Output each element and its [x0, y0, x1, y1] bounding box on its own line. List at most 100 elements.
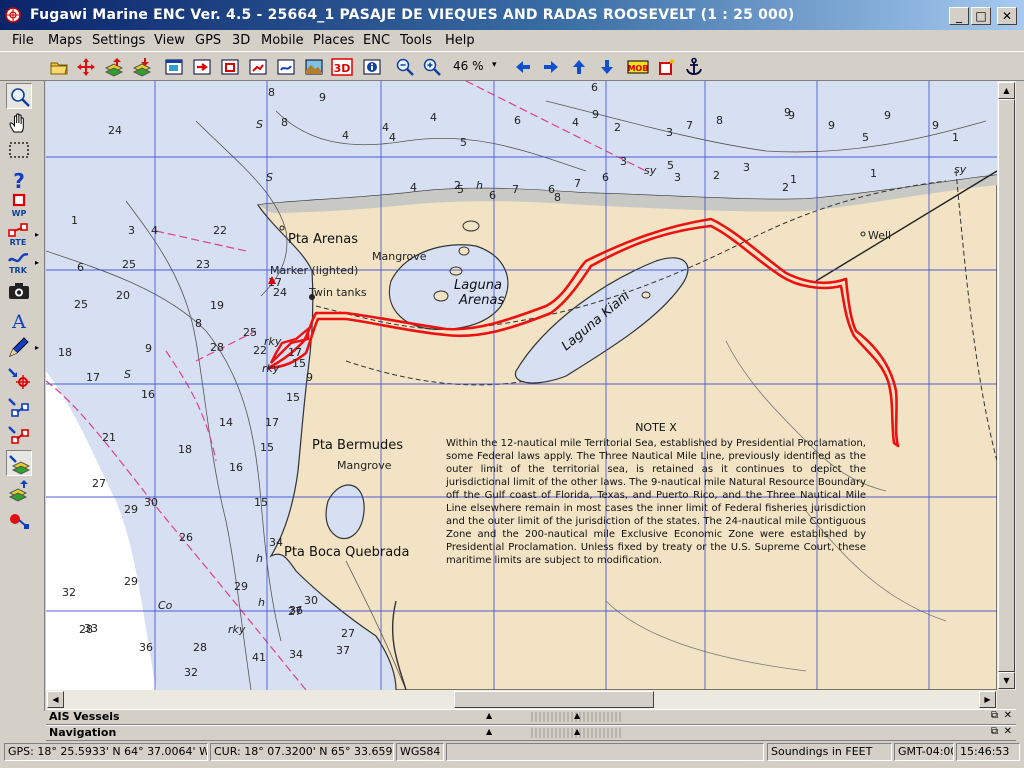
- depth-sounding: 5: [457, 183, 464, 196]
- waypoint-tool-icon[interactable]: WP: [6, 193, 32, 219]
- nav-close-icon[interactable]: ✕: [1004, 726, 1012, 737]
- pan-up-icon[interactable]: [568, 56, 590, 78]
- depth-sounding: 5: [862, 131, 869, 144]
- layers-select-icon[interactable]: [6, 450, 32, 476]
- ais-vessels-panel[interactable]: AIS Vessels ▲ ▲ ⧉ ✕: [46, 709, 1016, 725]
- track-window-icon[interactable]: [275, 56, 297, 78]
- minimize-button[interactable]: _: [949, 7, 969, 25]
- menu-3d[interactable]: 3D: [232, 33, 250, 48]
- mob-icon[interactable]: MOB: [627, 56, 649, 78]
- goto-cursor-icon[interactable]: [6, 366, 32, 392]
- help-question-icon[interactable]: ?: [6, 167, 32, 193]
- route-window-icon[interactable]: [247, 56, 269, 78]
- depth-sounding: 4: [430, 111, 437, 124]
- chart-label: S: [124, 368, 131, 381]
- route-goto-icon[interactable]: [191, 56, 213, 78]
- menu-settings[interactable]: Settings: [92, 33, 145, 48]
- scroll-right-button[interactable]: ▶: [979, 691, 996, 708]
- nav-expand-icon[interactable]: ▲: [574, 727, 580, 736]
- chart-view[interactable]: 9 6 9 8 9 9 9 24 8 4 6 4 2 3 4 4 4 5 8 7 9 9 5 1 4 2 5 6 7 6 8 7 6 3 5 3 2 3 2…: [46, 81, 997, 690]
- anchor-icon[interactable]: [683, 56, 705, 78]
- nav-collapse-icon[interactable]: ▲: [486, 727, 492, 736]
- timezone-field: GMT-04:00: [894, 743, 954, 761]
- menu-help[interactable]: Help: [445, 33, 475, 48]
- hand-tool-icon[interactable]: [6, 110, 32, 136]
- pan-arrows-icon[interactable]: [75, 56, 97, 78]
- layers-down-icon[interactable]: [131, 56, 153, 78]
- menu-places[interactable]: Places: [313, 33, 354, 48]
- depth-sounding: 3: [620, 155, 627, 168]
- pan-right-icon[interactable]: [540, 56, 562, 78]
- depth-sounding: 7: [512, 183, 519, 196]
- 3d-button-label: 3D: [334, 62, 351, 75]
- menu-bar: File Maps Settings View GPS 3D Mobile Pl…: [0, 30, 1024, 51]
- camera-icon[interactable]: [6, 278, 32, 304]
- pencil-dropdown-icon[interactable]: ▸: [35, 343, 39, 352]
- scroll-up-button[interactable]: ▲: [998, 82, 1015, 99]
- twin-tanks-marker: [309, 294, 315, 300]
- depth-sounding: 5: [460, 136, 467, 149]
- depth-sounding: 36: [289, 604, 303, 617]
- maximize-button[interactable]: □: [971, 7, 991, 25]
- scroll-down-button[interactable]: ▼: [998, 672, 1015, 689]
- info-icon[interactable]: [361, 56, 383, 78]
- pan-down-icon[interactable]: [596, 56, 618, 78]
- pan-left-icon[interactable]: [512, 56, 534, 78]
- scroll-left-button[interactable]: ◀: [47, 691, 64, 708]
- ais-expand-icon[interactable]: ▲: [574, 711, 580, 720]
- menu-file[interactable]: File: [12, 33, 34, 48]
- horizontal-scroll-thumb[interactable]: [454, 691, 654, 708]
- svg-text:?: ?: [13, 169, 25, 193]
- chart-image-icon[interactable]: [303, 56, 325, 78]
- depth-sounding: 4: [572, 116, 579, 129]
- vertical-scrollbar[interactable]: ▲ ▼: [997, 81, 1016, 690]
- select-rectangle-icon[interactable]: [6, 137, 32, 163]
- nav-undock-icon[interactable]: ⧉: [991, 726, 998, 737]
- gps-position-icon[interactable]: [6, 508, 32, 534]
- menu-tools[interactable]: Tools: [400, 33, 432, 48]
- waypoint-window-icon[interactable]: [219, 56, 241, 78]
- layers-up-tool-icon[interactable]: [6, 478, 32, 504]
- nautical-chart[interactable]: 96989 9 9248 4 6 4 2 3444 587 9 95 14 25 6 7 687 6 353232…: [46, 81, 997, 690]
- track-tool-icon[interactable]: TRK: [6, 249, 32, 275]
- navigation-panel[interactable]: Navigation ▲ ▲ ⧉ ✕: [46, 725, 1016, 741]
- menu-gps[interactable]: GPS: [195, 33, 221, 48]
- horizontal-scrollbar[interactable]: ◀ ▶: [46, 690, 997, 709]
- ais-close-icon[interactable]: ✕: [1004, 710, 1012, 721]
- map-window-icon[interactable]: [163, 56, 185, 78]
- chart-label: sy: [644, 164, 657, 177]
- place-name: Pta Bermudes: [312, 438, 403, 453]
- 3d-view-icon[interactable]: 3D: [331, 56, 353, 78]
- menu-enc[interactable]: ENC: [363, 33, 390, 48]
- text-tool-icon[interactable]: A: [6, 307, 32, 333]
- pencil-draw-icon[interactable]: [6, 334, 32, 360]
- depth-sounding: 6: [514, 114, 521, 127]
- wp-tool-label: WP: [12, 209, 27, 218]
- menu-mobile[interactable]: Mobile: [261, 33, 304, 48]
- depth-sounding: 9: [828, 119, 835, 132]
- zoom-in-icon[interactable]: [421, 56, 443, 78]
- vertical-scroll-thumb[interactable]: [998, 99, 1015, 672]
- depth-sounding: 20: [116, 289, 130, 302]
- menu-maps[interactable]: Maps: [48, 33, 82, 48]
- layers-up-icon[interactable]: [103, 56, 125, 78]
- open-folder-icon[interactable]: [48, 56, 70, 78]
- route-tool-icon[interactable]: RTE: [6, 221, 32, 247]
- close-button[interactable]: ✕: [997, 7, 1017, 25]
- note-x-box: NOTE X Within the 12-nautical mile Terri…: [446, 421, 866, 567]
- ais-undock-icon[interactable]: ⧉: [991, 710, 998, 721]
- route-tool-dropdown-icon[interactable]: ▸: [35, 230, 39, 239]
- ais-collapse-icon[interactable]: ▲: [486, 711, 492, 720]
- zoom-dropdown-icon[interactable]: ▾: [492, 60, 497, 70]
- depth-sounding: 2: [614, 121, 621, 134]
- menu-view[interactable]: View: [154, 33, 185, 48]
- route-edit-icon[interactable]: [6, 422, 32, 448]
- chart-label: Mangrove: [372, 250, 427, 263]
- new-waypoint-icon[interactable]: [655, 56, 677, 78]
- zoom-level[interactable]: 46 %: [453, 59, 484, 73]
- depth-sounding: 4: [382, 121, 389, 134]
- insert-point-icon[interactable]: [6, 394, 32, 420]
- zoom-out-icon[interactable]: [394, 56, 416, 78]
- zoom-tool-icon[interactable]: [6, 83, 32, 109]
- track-tool-dropdown-icon[interactable]: ▸: [35, 258, 39, 267]
